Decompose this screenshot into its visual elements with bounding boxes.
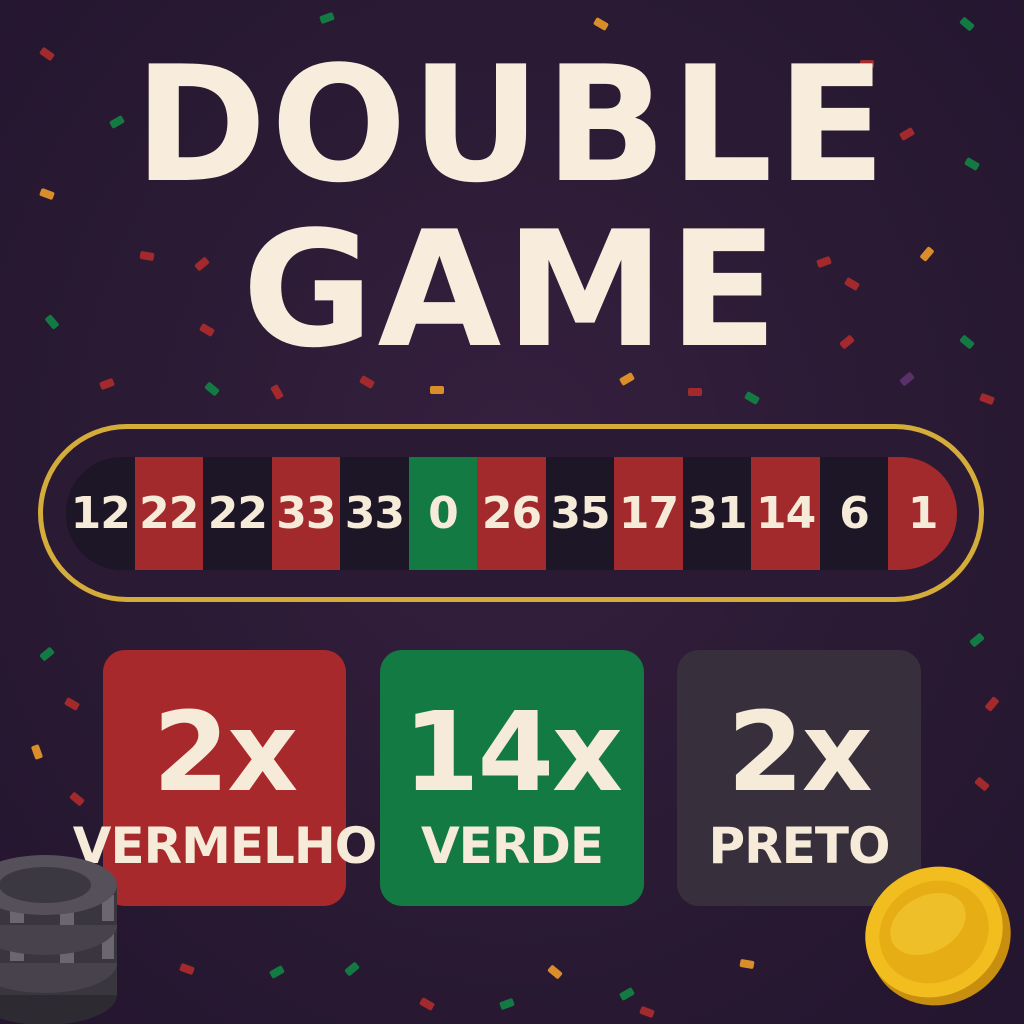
roulette-cell-red: 26 — [477, 457, 546, 570]
bet-green-label: VERDE — [420, 817, 604, 875]
confetti-piece — [63, 697, 81, 711]
roulette-cell-green: 0 — [408, 457, 478, 570]
confetti-piece — [179, 962, 195, 976]
confetti-piece — [344, 961, 360, 977]
confetti-piece — [204, 381, 220, 397]
roulette-cell-black: 31 — [682, 457, 752, 570]
confetti-piece — [739, 958, 755, 970]
confetti-piece — [547, 964, 563, 980]
confetti-piece — [979, 392, 995, 406]
poker-chip-stack-icon — [0, 855, 117, 1024]
confetti-piece — [984, 696, 1000, 712]
confetti-piece — [639, 1005, 655, 1019]
roulette-cell-black: 33 — [340, 457, 409, 570]
confetti-piece — [270, 383, 284, 401]
roulette-cell-black: 6 — [819, 457, 889, 570]
confetti-piece — [99, 377, 115, 391]
roulette-cell-red: 33 — [271, 457, 341, 570]
bet-green-multiplier: 14x — [402, 688, 623, 816]
roulette-cell-red: 22 — [134, 457, 204, 570]
confetti-piece — [959, 16, 975, 32]
confetti-piece — [430, 386, 444, 394]
bet-black-multiplier: 2x — [727, 688, 872, 816]
confetti-piece — [974, 776, 990, 792]
confetti-piece — [39, 646, 55, 662]
confetti-piece — [319, 11, 335, 25]
game-banner: DOUBLE GAME 12 22 22 33 33 0 26 35 17 31 14 6 1 2x V… — [0, 0, 1024, 1024]
gold-coin-icon — [865, 866, 1011, 1006]
roulette-cell-red: 14 — [751, 457, 820, 570]
title-line-1: DOUBLE — [134, 31, 890, 218]
roulette-cell-red: 17 — [614, 457, 683, 570]
bet-green-button[interactable]: 14x VERDE — [380, 650, 644, 906]
bet-red-button[interactable]: 2x VERMELHO — [73, 650, 377, 906]
confetti-piece — [30, 744, 44, 760]
confetti-piece — [969, 632, 985, 648]
roulette-cell-black: 22 — [203, 457, 272, 570]
confetti-piece — [688, 388, 702, 396]
confetti-piece — [618, 987, 636, 1001]
confetti-piece — [499, 997, 515, 1011]
roulette-cell-black: 35 — [545, 457, 615, 570]
bet-red-multiplier: 2x — [152, 688, 298, 816]
confetti-piece — [418, 997, 436, 1011]
confetti-piece — [69, 791, 85, 807]
title-line-2: GAME — [242, 196, 782, 383]
confetti-piece — [592, 17, 610, 31]
confetti-piece — [743, 391, 761, 405]
roulette-strip: 12 22 22 33 33 0 26 35 17 31 14 6 1 — [66, 457, 957, 570]
confetti-piece — [268, 965, 286, 979]
